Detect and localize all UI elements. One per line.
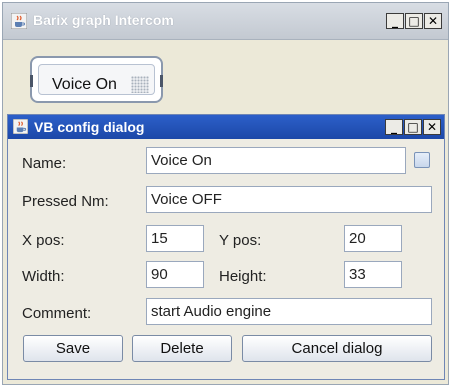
voice-on-button-face[interactable]: Voice On xyxy=(38,64,155,95)
main-window-title: Barix graph Intercom xyxy=(33,12,174,28)
width-label: Width: xyxy=(22,268,65,285)
dialog-title: VB config dialog xyxy=(34,119,145,135)
name-label: Name: xyxy=(22,155,67,172)
minimize-button[interactable]: _ xyxy=(386,13,404,29)
dialog-titlebar[interactable]: VB config dialog _ □ ✕ xyxy=(8,115,444,139)
resize-handle-right[interactable] xyxy=(160,75,163,87)
maximize-button[interactable]: □ xyxy=(405,13,423,29)
height-field[interactable]: 33 xyxy=(344,261,402,288)
comment-label: Comment: xyxy=(22,305,92,322)
resize-handle-left[interactable] xyxy=(30,75,33,87)
delete-button[interactable]: Delete xyxy=(132,335,232,362)
save-button[interactable]: Save xyxy=(23,335,123,362)
main-window-titlebar[interactable]: Barix graph Intercom _ □ ✕ xyxy=(3,3,448,40)
x-pos-label: X pos: xyxy=(22,232,65,249)
dialog-close-button[interactable]: ✕ xyxy=(423,119,441,135)
x-pos-field[interactable]: 15 xyxy=(146,225,204,252)
close-button[interactable]: ✕ xyxy=(424,13,442,29)
height-label: Height: xyxy=(219,268,267,285)
y-pos-label: Y pos: xyxy=(219,232,262,249)
grip-icon[interactable] xyxy=(131,76,149,93)
pressed-name-label: Pressed Nm: xyxy=(22,193,109,210)
voice-on-label: Voice On xyxy=(52,76,117,93)
comment-field[interactable]: start Audio engine xyxy=(146,298,432,325)
vb-config-dialog: VB config dialog _ □ ✕ Name: Voice On Pr… xyxy=(7,114,445,380)
java-cup-icon xyxy=(11,13,27,29)
voice-on-widget[interactable]: Voice On xyxy=(30,56,163,103)
width-field[interactable]: 90 xyxy=(146,261,204,288)
pressed-name-field[interactable]: Voice OFF xyxy=(146,186,432,213)
y-pos-field[interactable]: 20 xyxy=(344,225,402,252)
dialog-minimize-button[interactable]: _ xyxy=(385,119,403,135)
dialog-maximize-button[interactable]: □ xyxy=(404,119,422,135)
name-checkbox[interactable] xyxy=(414,152,430,168)
java-cup-icon xyxy=(13,119,28,134)
name-field[interactable]: Voice On xyxy=(146,147,406,174)
cancel-dialog-button[interactable]: Cancel dialog xyxy=(242,335,432,362)
